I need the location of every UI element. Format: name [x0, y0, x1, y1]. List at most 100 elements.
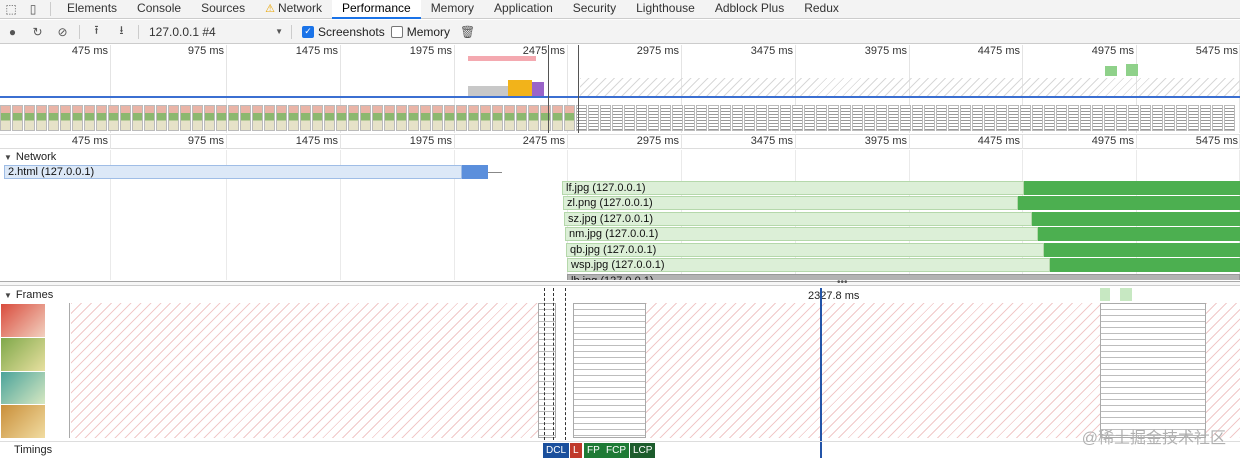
filmstrip-thumbnail[interactable] — [276, 105, 287, 131]
filmstrip-thumbnail[interactable] — [1188, 105, 1199, 131]
frame-screenshot[interactable] — [1100, 303, 1206, 438]
memory-toggle[interactable]: Memory — [390, 25, 450, 39]
filmstrip-thumbnail[interactable] — [336, 105, 347, 131]
filmstrip-thumbnail[interactable] — [96, 105, 107, 131]
frames-track[interactable]: ▼ Frames 2327.8 ms — [0, 288, 1240, 440]
filmstrip-thumbnail[interactable] — [468, 105, 479, 131]
filmstrip-thumbnail[interactable] — [648, 105, 659, 131]
selection-handle-left[interactable] — [548, 45, 549, 133]
filmstrip-thumbnail[interactable] — [1056, 105, 1067, 131]
filmstrip-thumbnail[interactable] — [84, 105, 95, 131]
filmstrip-thumbnail[interactable] — [900, 105, 911, 131]
profile-select[interactable]: 127.0.0.1 #4 ▼ — [143, 23, 287, 41]
filmstrip-thumbnail[interactable] — [840, 105, 851, 131]
filmstrip-thumbnail[interactable] — [1080, 105, 1091, 131]
document-request[interactable]: 2.html (127.0.0.1) — [4, 165, 462, 179]
filmstrip-thumbnail[interactable] — [1104, 105, 1115, 131]
selection-handle-right[interactable] — [578, 45, 579, 133]
filmstrip-thumbnail[interactable] — [204, 105, 215, 131]
filmstrip-thumbnail[interactable] — [720, 105, 731, 131]
filmstrip-thumbnail[interactable] — [288, 105, 299, 131]
filmstrip-thumbnail[interactable] — [1164, 105, 1175, 131]
filmstrip-thumbnail[interactable] — [972, 105, 983, 131]
filmstrip-thumbnail[interactable] — [516, 105, 527, 131]
device-toolbar-icon[interactable]: ▯ — [22, 0, 44, 19]
network-request[interactable]: nm.jpg (127.0.0.1) — [565, 227, 1038, 241]
filmstrip-thumbnail[interactable] — [696, 105, 707, 131]
network-track[interactable]: 2.html (127.0.0.1) lf.jpg (127.0.0.1) zl.… — [0, 150, 1240, 280]
filmstrip-thumbnail[interactable] — [996, 105, 1007, 131]
filmstrip-thumbnail[interactable] — [0, 105, 11, 131]
filmstrip-thumbnail[interactable] — [12, 105, 23, 131]
filmstrip-thumbnail[interactable] — [24, 105, 35, 131]
filmstrip-thumbnail[interactable] — [984, 105, 995, 131]
filmstrip-thumbnail[interactable] — [360, 105, 371, 131]
filmstrip-thumbnail[interactable] — [780, 105, 791, 131]
timing-badge-fcp[interactable]: FCP — [603, 443, 629, 458]
tab-elements[interactable]: Elements — [57, 0, 127, 19]
filmstrip-thumbnail[interactable] — [348, 105, 359, 131]
frames-track-header[interactable]: ▼ Frames — [0, 288, 53, 302]
filmstrip-thumbnail[interactable] — [432, 105, 443, 131]
download-profile-icon[interactable]: ⭳ — [109, 20, 134, 44]
frame-thumbnail[interactable] — [1, 371, 45, 405]
filmstrip-thumbnail[interactable] — [300, 105, 311, 131]
filmstrip-thumbnail[interactable] — [120, 105, 131, 131]
filmstrip-thumbnail[interactable] — [108, 105, 119, 131]
filmstrip-thumbnail[interactable] — [756, 105, 767, 131]
filmstrip-thumbnail[interactable] — [312, 105, 323, 131]
filmstrip-thumbnail[interactable] — [672, 105, 683, 131]
filmstrip-thumbnail[interactable] — [564, 105, 575, 131]
screenshots-toggle[interactable]: ✓ Screenshots — [302, 25, 385, 39]
filmstrip-thumbnail[interactable] — [252, 105, 263, 131]
filmstrip-thumbnail[interactable] — [1068, 105, 1079, 131]
filmstrip-thumbnail[interactable] — [228, 105, 239, 131]
filmstrip-thumbnail[interactable] — [384, 105, 395, 131]
filmstrip-thumbnail[interactable] — [816, 105, 827, 131]
filmstrip-thumbnail[interactable] — [1128, 105, 1139, 131]
filmstrip-thumbnail[interactable] — [924, 105, 935, 131]
timing-badge-lcp[interactable]: LCP — [630, 443, 656, 458]
filmstrip-thumbnail[interactable] — [36, 105, 47, 131]
timing-badge-fp[interactable]: FP — [584, 443, 603, 458]
filmstrip-thumbnail[interactable] — [1092, 105, 1103, 131]
tab-console[interactable]: Console — [127, 0, 191, 19]
filmstrip-thumbnail[interactable] — [612, 105, 623, 131]
filmstrip-thumbnail[interactable] — [960, 105, 971, 131]
filmstrip-thumbnail[interactable] — [1200, 105, 1211, 131]
filmstrip-thumbnail[interactable] — [732, 105, 743, 131]
filmstrip-thumbnail[interactable] — [1140, 105, 1151, 131]
filmstrip-thumbnail[interactable] — [1032, 105, 1043, 131]
filmstrip-thumbnail[interactable] — [216, 105, 227, 131]
filmstrip-thumbnail[interactable] — [660, 105, 671, 131]
filmstrip-thumbnail[interactable] — [600, 105, 611, 131]
trash-icon[interactable]: 🗑 — [460, 25, 475, 39]
timeline-overview[interactable]: 475 ms 975 ms 1475 ms 1975 ms 2475 ms 2975 ms… — [0, 45, 1240, 135]
inspect-element-icon[interactable]: ⬚ — [0, 0, 22, 19]
filmstrip-thumbnail[interactable] — [1116, 105, 1127, 131]
tab-adblock-plus[interactable]: Adblock Plus — [705, 0, 794, 19]
filmstrip-thumbnail[interactable] — [768, 105, 779, 131]
filmstrip-thumbnail[interactable] — [372, 105, 383, 131]
filmstrip-thumbnail[interactable] — [804, 105, 815, 131]
filmstrip-thumbnail[interactable] — [1152, 105, 1163, 131]
filmstrip-thumbnail[interactable] — [192, 105, 203, 131]
tab-sources[interactable]: Sources — [191, 0, 255, 19]
filmstrip-thumbnail[interactable] — [168, 105, 179, 131]
filmstrip-thumbnail[interactable] — [72, 105, 83, 131]
filmstrip-thumbnail[interactable] — [876, 105, 887, 131]
filmstrip-thumbnail[interactable] — [624, 105, 635, 131]
filmstrip-thumbnail[interactable] — [1020, 105, 1031, 131]
filmstrip-thumbnail[interactable] — [852, 105, 863, 131]
network-request[interactable]: sz.jpg (127.0.0.1) — [564, 211, 1032, 226]
tab-lighthouse[interactable]: Lighthouse — [626, 0, 705, 19]
filmstrip-thumbnail[interactable] — [240, 105, 251, 131]
network-request[interactable]: qb.jpg (127.0.0.1) — [566, 242, 1044, 257]
filmstrip-thumbnail[interactable] — [144, 105, 155, 131]
filmstrip-thumbnail[interactable] — [792, 105, 803, 131]
filmstrip-thumbnail[interactable] — [60, 105, 71, 131]
frame-screenshot[interactable] — [573, 303, 646, 438]
filmstrip-thumbnail[interactable] — [156, 105, 167, 131]
filmstrip-thumbnail[interactable] — [1008, 105, 1019, 131]
record-icon[interactable]: ● — [0, 20, 25, 44]
